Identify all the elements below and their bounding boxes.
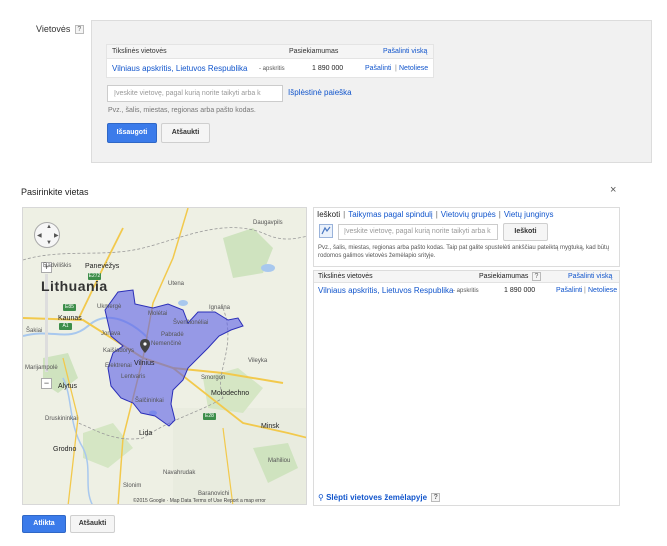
tab-location-sets[interactable]: Vietų junginys (504, 210, 554, 219)
table-header: Tikslinės vietovės Pasiekiamumas Pašalin… (107, 45, 433, 59)
map-city-label: Molėtai (148, 311, 168, 317)
map-city-label: Smorgon (201, 375, 226, 381)
map-city-label: Šakiai (26, 328, 43, 334)
tab-search[interactable]: Ieškoti (317, 210, 340, 219)
location-reach: 1 890 000 (312, 65, 344, 72)
map-city-label: Druskininkai (45, 416, 78, 422)
link-separator: | (395, 65, 397, 72)
tab-radius[interactable]: Taikymas pagal spindulį (348, 210, 433, 219)
map-footer: ©2015 Google · Map Data Terms of Use Rep… (133, 498, 266, 504)
tab-separator: | (498, 210, 501, 219)
results-header: Tikslinės vietovės Pasiekiamumas ? Pašal… (314, 271, 619, 283)
map-country-label: Lithuania (41, 278, 108, 294)
locations-label: Vietovės ? (36, 24, 84, 35)
dialog-search-input[interactable]: Įveskite vietovę, pagal kurią norite tai… (338, 224, 498, 240)
map-city-label: Baranovichi (198, 491, 230, 497)
map-city-label: Kaunas (58, 315, 82, 322)
nearby-link[interactable]: Netoliese (588, 287, 617, 294)
map-area-search-button[interactable] (319, 224, 333, 238)
map-city-label: Ukmergė (97, 304, 122, 310)
road-badge: E272 (88, 273, 101, 280)
location-type: - apskritis (453, 288, 479, 294)
help-icon[interactable]: ? (532, 272, 541, 281)
map-city-label: Minsk (261, 423, 280, 430)
map-city-label: Nemenčinė (151, 341, 182, 347)
close-icon[interactable]: × (610, 184, 616, 196)
map-canvas (23, 208, 306, 504)
map-search-icon (321, 226, 331, 235)
advanced-search-link[interactable]: Išplėstinė paieška (288, 88, 352, 97)
map-city-label: Lentvaris (121, 374, 146, 380)
hide-map-locations: ⚲ Slėpti vietoves žemėlapyje ? (318, 493, 441, 503)
input-hint: Pvz., šalis, miestas, regionas arba pašt… (108, 107, 256, 114)
cancel-button[interactable]: Atšaukti (70, 515, 115, 533)
tab-location-groups[interactable]: Vietovių grupės (441, 210, 496, 219)
map-city-label: Navahrudak (163, 470, 196, 476)
location-reach: 1 890 000 (504, 287, 536, 294)
remove-link[interactable]: Pašalinti (556, 287, 582, 294)
pan-control-icon[interactable]: ▲ ▼ ◀ ▶ (34, 222, 60, 248)
map-city-label: Radviliškis (43, 263, 72, 269)
help-icon[interactable]: ? (431, 493, 441, 503)
map-city-label: Vileyka (248, 358, 268, 364)
save-button[interactable]: Išsaugoti (107, 123, 157, 143)
map-city-label: Alytus (58, 383, 78, 390)
tab-separator: | (435, 210, 438, 219)
locations-label-text: Vietovės (36, 24, 71, 34)
zoom-out-button[interactable]: − (41, 378, 52, 389)
map-view[interactable]: ▲ ▼ ◀ ▶ + − Lithuania Panevėžys Radviliš… (22, 207, 307, 505)
dialog-tabs: Ieškoti | Taikymas pagal spindulį | Vietovių… (317, 210, 554, 219)
map-city-label: Mahiliou (268, 458, 291, 464)
hide-locations-link[interactable]: Slėpti vietoves žemėlapyje (326, 493, 427, 502)
results-pane: Tikslinės vietovės Pasiekiamumas ? Pašal… (313, 270, 620, 506)
col-reach: Pasiekiamumas (289, 48, 339, 55)
map-city-label: Vilnius (134, 360, 155, 367)
nearby-link[interactable]: Netoliese (399, 65, 428, 72)
dialog-title: Pasirinkite vietas (21, 187, 89, 197)
col-targeted-locations: Tikslinės vietovės (318, 273, 373, 280)
remove-link[interactable]: Pašalinti (365, 65, 391, 72)
map-city-label: Šalčininkai (135, 398, 164, 404)
map-city-label: Ignalina (209, 305, 231, 311)
search-button[interactable]: Ieškoti (503, 223, 548, 241)
done-button[interactable]: Atlikta (22, 515, 66, 533)
cancel-button[interactable]: Atšaukti (161, 123, 210, 143)
map-city-label: Grodno (53, 446, 77, 453)
map-city-label: Pabradė (161, 332, 184, 338)
col-targeted-locations: Tikslinės vietovės (112, 48, 167, 55)
table-row: Vilniaus apskritis, Lietuvos Respublika … (314, 284, 619, 298)
remove-all-link[interactable]: Pašalinti viską (568, 273, 612, 280)
location-name-link[interactable]: Vilniaus apskritis, Lietuvos Respublika (318, 286, 453, 295)
table-row: Vilniaus apskritis, Lietuvos Respublika … (107, 60, 433, 78)
location-type: - apskritis (259, 66, 285, 72)
link-separator: | (584, 287, 586, 294)
remove-all-link[interactable]: Pašalinti viską (383, 48, 427, 55)
map-city-label: Daugavpils (253, 220, 283, 226)
tab-separator: | (343, 210, 346, 219)
map-city-label: Molodechno (211, 390, 250, 397)
road-badge: E85 (63, 304, 76, 311)
map-city-label: Utena (168, 281, 185, 287)
map-city-label: Švenčionėliai (173, 320, 209, 326)
map-city-label: Elektrenai (105, 363, 132, 369)
map-city-label: Panevėžys (85, 263, 120, 270)
search-hint: Pvz., šalis, miestas, regionas arba pašt… (318, 245, 610, 259)
col-reach: Pasiekiamumas (479, 273, 529, 280)
location-name-link[interactable]: Vilniaus apskritis, Lietuvos Respublika (112, 64, 247, 73)
road-badge: E28 (203, 413, 216, 420)
map-city-label: Jonava (101, 331, 121, 337)
map-city-label: Lida (139, 430, 153, 437)
location-search-input[interactable]: Įveskite vietovę, pagal kurią norite tai… (107, 85, 283, 102)
map-city-label: Kaišiadorys (103, 348, 135, 354)
map-city-label: Marijampolė (25, 365, 58, 371)
map-pin-icon: ⚲ (318, 493, 324, 502)
targeted-locations-table: Tikslinės vietovės Pasiekiamumas Pašalin… (106, 44, 434, 78)
road-badge: A1 (59, 323, 72, 330)
map-city-label: Slonim (123, 483, 142, 489)
help-icon[interactable]: ? (74, 25, 84, 35)
